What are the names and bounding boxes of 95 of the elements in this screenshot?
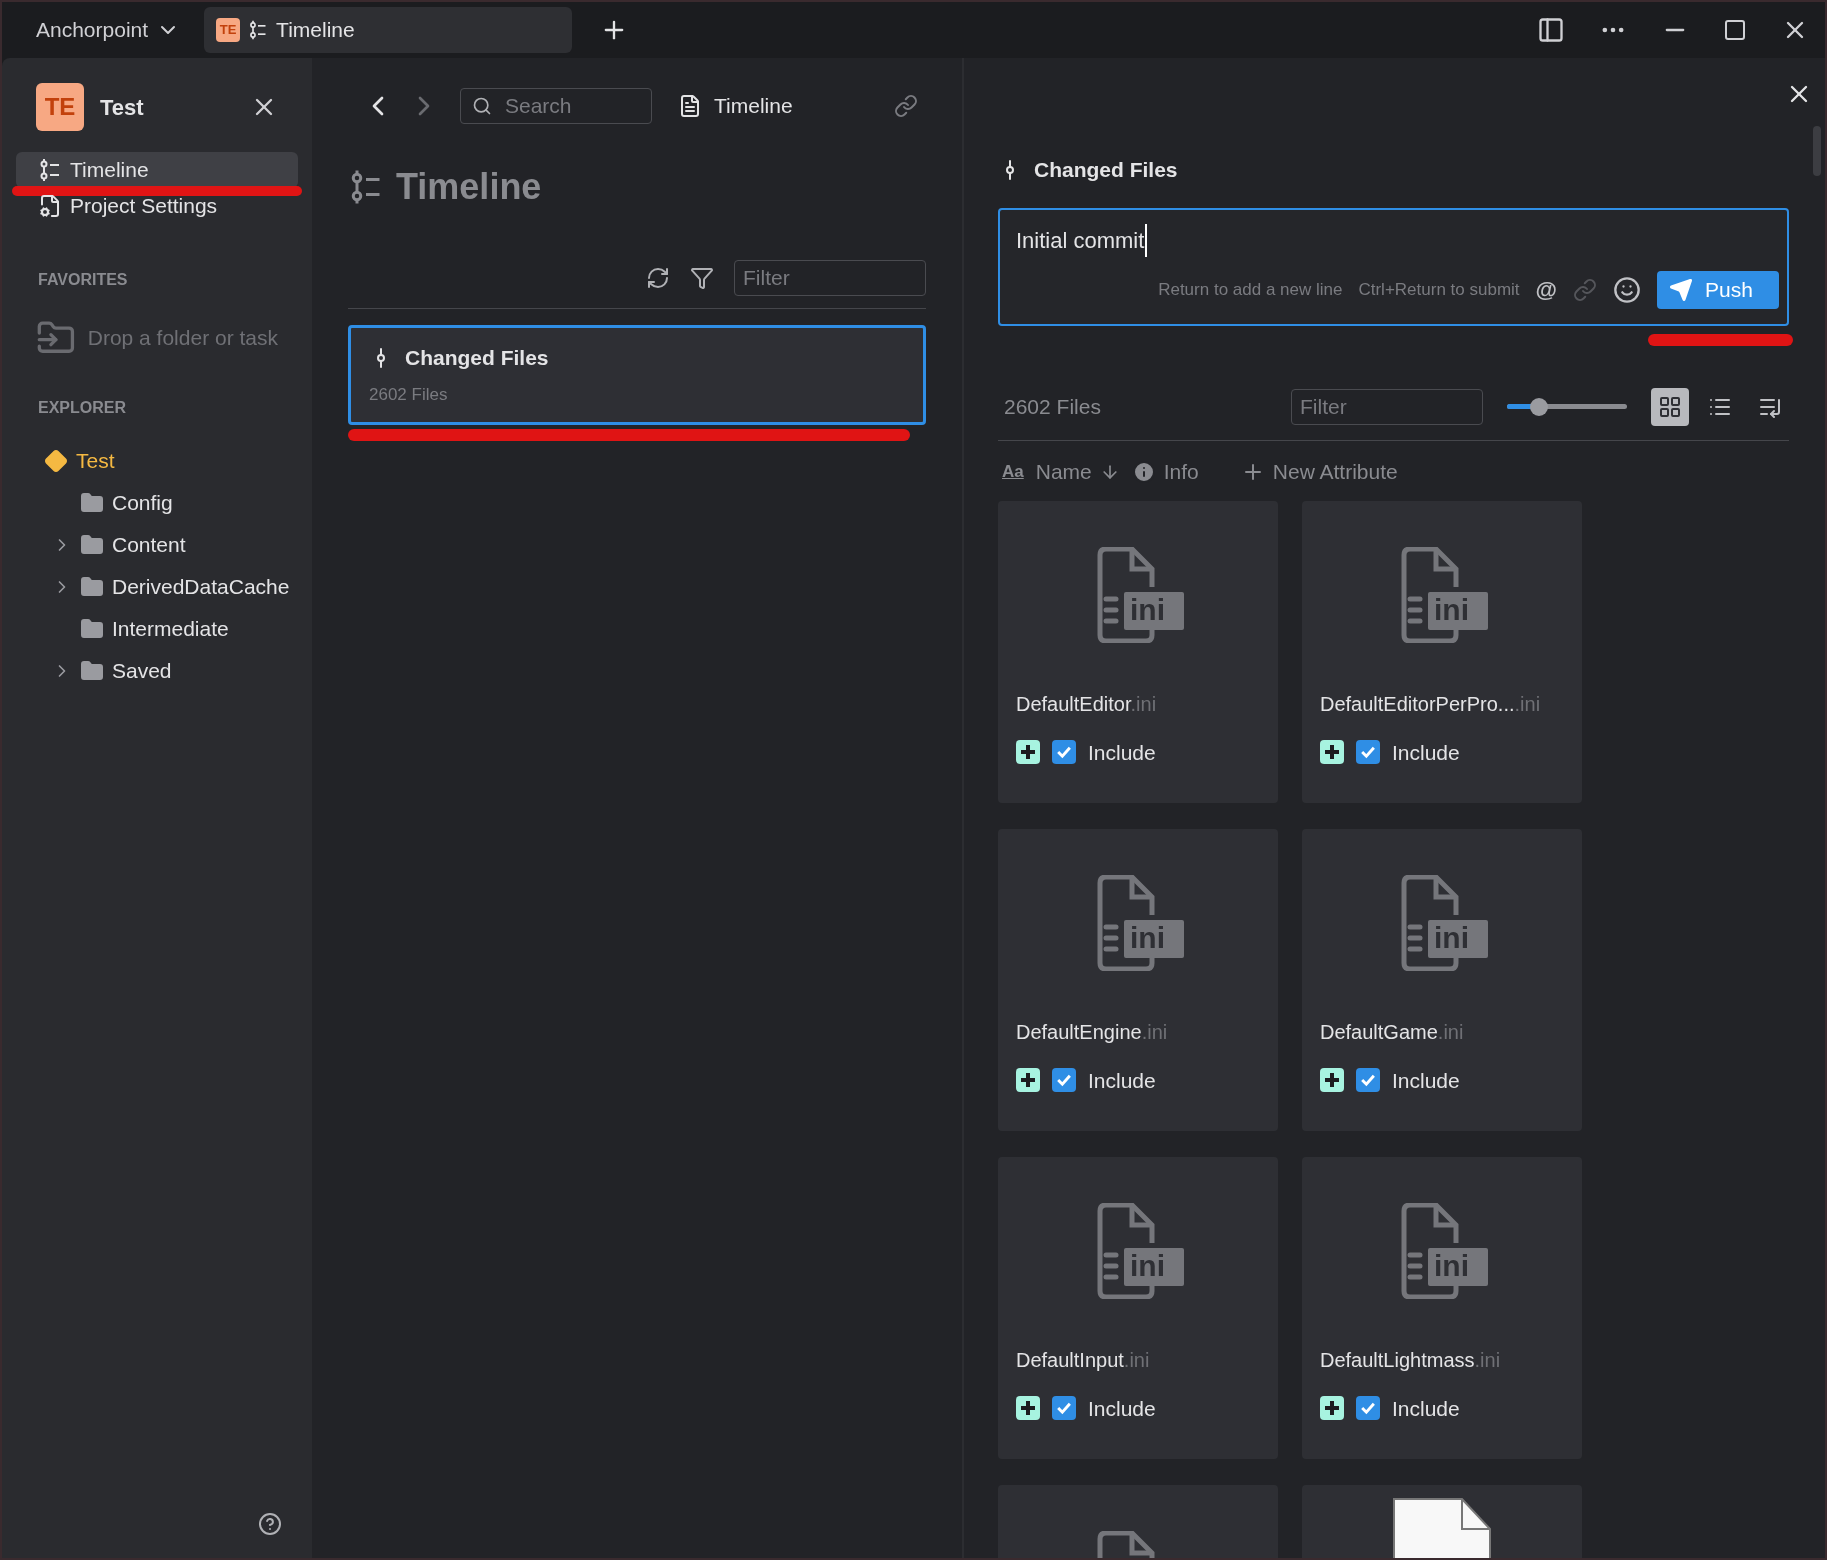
file-card[interactable]: ini DefaultInput.ini Include bbox=[998, 1156, 1278, 1459]
file-type-label: ini bbox=[1130, 919, 1165, 956]
filter-icon[interactable] bbox=[690, 266, 714, 290]
file-type-label: ini bbox=[1434, 591, 1469, 628]
search-field[interactable]: Search bbox=[460, 88, 652, 124]
tree-item-label[interactable]: Intermediate bbox=[112, 613, 229, 645]
entry-title: Changed Files bbox=[405, 345, 549, 371]
added-icon bbox=[1016, 740, 1040, 765]
size-slider[interactable] bbox=[1507, 396, 1627, 417]
sidebar-toggle-icon[interactable] bbox=[1537, 16, 1565, 44]
folder-icon bbox=[80, 617, 104, 641]
refresh-icon[interactable] bbox=[646, 266, 670, 290]
file-type-label: ini bbox=[1130, 1247, 1165, 1284]
tab-label: Timeline bbox=[276, 17, 355, 44]
tree-item-label[interactable]: Test bbox=[76, 445, 115, 477]
file-name: DefaultGame.ini bbox=[1320, 1019, 1465, 1045]
file-name: DefaultLightmass.ini bbox=[1320, 1347, 1502, 1373]
tree-item-label[interactable]: DerivedDataCache bbox=[112, 571, 290, 603]
project-avatar: TE bbox=[36, 83, 84, 131]
include-label: Include bbox=[1088, 1067, 1156, 1094]
app-menu[interactable]: Anchorpoint bbox=[36, 14, 181, 46]
entry-subtitle: 2602 Files bbox=[369, 383, 449, 406]
link-icon[interactable] bbox=[894, 94, 918, 118]
include-label: Include bbox=[1088, 1395, 1156, 1422]
comment-text: Initial commit bbox=[1016, 223, 1148, 257]
file-card[interactable]: ini DefaultEditor.ini Include bbox=[998, 500, 1278, 803]
added-icon bbox=[1320, 740, 1344, 765]
sidebar-item[interactable]: Timeline bbox=[16, 152, 298, 188]
file-card[interactable]: ini DefaultGame.ini Include bbox=[1302, 828, 1582, 1131]
section-heading: EXPLORER bbox=[37, 398, 127, 418]
added-icon bbox=[1016, 1396, 1040, 1421]
folder-icon bbox=[80, 659, 104, 683]
column-header[interactable]: Name bbox=[1035, 455, 1092, 488]
file-type-label: ini bbox=[1434, 1247, 1469, 1284]
added-icon bbox=[1320, 1068, 1344, 1093]
timeline-entry[interactable]: Changed Files 2602 Files bbox=[348, 325, 926, 425]
page-heading: Timeline bbox=[396, 165, 542, 209]
folder-icon bbox=[80, 533, 104, 557]
include-label: Include bbox=[1392, 739, 1460, 766]
column-header[interactable]: New Attribute bbox=[1272, 455, 1398, 488]
include-checkbox[interactable] bbox=[1052, 1396, 1076, 1421]
file-type-label: ini bbox=[1130, 591, 1165, 628]
include-checkbox[interactable] bbox=[1052, 1068, 1076, 1093]
timeline-icon bbox=[38, 158, 62, 182]
added-icon bbox=[1016, 1068, 1040, 1093]
breadcrumb[interactable]: Timeline bbox=[714, 90, 793, 122]
comment-hint: Return to add a new line bbox=[1158, 278, 1343, 301]
send-icon bbox=[1669, 277, 1693, 302]
sidebar-item[interactable]: Project Settings bbox=[16, 188, 298, 224]
tree-item-label[interactable]: Config bbox=[112, 487, 173, 519]
project-name: Test bbox=[100, 93, 144, 122]
emoji-icon[interactable] bbox=[1613, 275, 1641, 304]
comment-box[interactable]: Initial commit Return to add a new line Ctrl+Return to submit @ Push bbox=[998, 207, 1789, 326]
help-icon[interactable] bbox=[258, 1512, 282, 1536]
section-heading: FAVORITES bbox=[37, 270, 129, 290]
project-badge: TE bbox=[216, 18, 241, 42]
filter-field[interactable]: Filter bbox=[734, 260, 926, 296]
scrollbar-thumb[interactable] bbox=[1813, 126, 1821, 176]
file-card[interactable]: ini DefaultEngine.ini Include bbox=[998, 828, 1278, 1131]
timeline-icon bbox=[248, 20, 269, 40]
page-icon bbox=[678, 94, 702, 118]
folder-icon bbox=[80, 491, 104, 515]
settings-icon bbox=[38, 194, 62, 218]
file-type-label: ini bbox=[1434, 919, 1469, 956]
include-checkbox[interactable] bbox=[1052, 740, 1076, 765]
file-name: DefaultEngine.ini bbox=[1016, 1019, 1169, 1045]
include-checkbox[interactable] bbox=[1356, 740, 1380, 765]
grid-view-icon bbox=[1658, 394, 1682, 419]
file-card[interactable]: ini DefaultEditorPerPro....ini Include bbox=[1302, 500, 1582, 803]
file-name: DefaultEditorPerPro....ini bbox=[1320, 691, 1542, 717]
project-icon bbox=[44, 449, 68, 473]
search-icon bbox=[472, 96, 492, 116]
mention-icon[interactable]: @ bbox=[1535, 273, 1557, 306]
comment-hint: Ctrl+Return to submit bbox=[1358, 278, 1520, 301]
maximize-icon[interactable] bbox=[1723, 18, 1747, 42]
sort-case-label[interactable]: Aa bbox=[1002, 458, 1024, 485]
file-name: DefaultInput.ini bbox=[1016, 1347, 1151, 1373]
file-name: DefaultEditor.ini bbox=[1016, 691, 1158, 717]
include-checkbox[interactable] bbox=[1356, 1068, 1380, 1093]
tree-item-label[interactable]: Saved bbox=[112, 655, 172, 687]
file-count: 2602 Files bbox=[1004, 393, 1101, 420]
file-card[interactable]: ini DefaultLightmass.ini Include bbox=[1302, 1156, 1582, 1459]
include-label: Include bbox=[1088, 739, 1156, 766]
view-toggle[interactable] bbox=[1651, 387, 1689, 426]
column-header[interactable]: Info bbox=[1163, 455, 1199, 488]
include-checkbox[interactable] bbox=[1356, 1396, 1380, 1421]
added-icon bbox=[1320, 1396, 1344, 1421]
include-label: Include bbox=[1392, 1067, 1460, 1094]
filter-field[interactable]: Filter bbox=[1291, 388, 1483, 425]
slider-thumb[interactable] bbox=[1530, 397, 1549, 416]
include-label: Include bbox=[1392, 1395, 1460, 1422]
folder-icon bbox=[80, 575, 104, 599]
window-tab[interactable]: TE Timeline bbox=[204, 7, 573, 53]
panel-title: Changed Files bbox=[1034, 157, 1178, 183]
tree-item-label[interactable]: Content bbox=[112, 529, 186, 561]
